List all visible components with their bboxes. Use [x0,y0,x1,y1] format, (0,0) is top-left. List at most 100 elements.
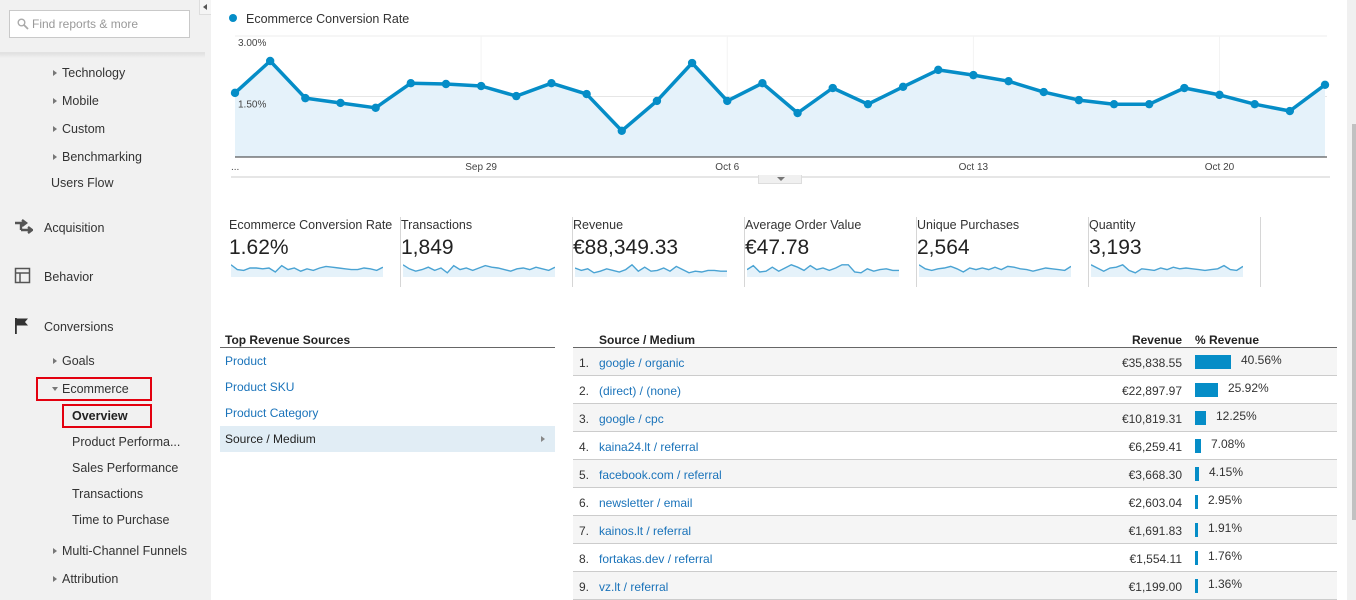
row-rank: 2. [579,384,590,398]
source-medium-link[interactable]: facebook.com / referral [599,468,722,482]
nav-item-product-performance[interactable]: Product Performa... [72,435,180,449]
trs-item-product[interactable]: Product [220,348,555,374]
pct-revenue-bar [1195,523,1198,537]
nav-item-transactions[interactable]: Transactions [72,487,143,501]
x-tick-label: Oct 20 [1205,162,1235,173]
legend-label: Ecommerce Conversion Rate [246,12,410,26]
source-medium-link[interactable]: kaina24.lt / referral [599,440,698,454]
chart-data-point[interactable] [934,65,943,75]
chart-data-point[interactable] [406,78,416,88]
collapse-sidebar-button[interactable] [199,0,211,15]
nav-item-users-flow[interactable]: Users Flow [51,176,114,190]
nav-section-acquisition[interactable]: Acquisition [15,219,104,235]
kpi-sparkline [575,263,727,277]
chart-data-point[interactable] [969,70,978,80]
row-revenue: €1,554.11 [1129,552,1183,566]
source-medium-table: Source / Medium Revenue % Revenue 1. goog… [573,330,1337,600]
chart-data-point[interactable] [758,78,767,88]
chart-data-point[interactable] [652,96,662,106]
nav-item-attribution[interactable]: Attribution [53,572,118,586]
nav-item-mobile[interactable]: Mobile [53,94,99,108]
kpi-value: 1.62% [229,236,289,259]
chart-data-point[interactable] [301,93,310,103]
search-icon [17,18,29,30]
chart-data-point[interactable] [898,82,908,92]
kpi-tile[interactable]: Unique Purchases 2,564 [917,217,1089,287]
chart-data-point[interactable] [1285,106,1295,116]
kpi-tile[interactable]: Transactions 1,849 [401,217,573,287]
chart-data-point[interactable] [1074,95,1084,105]
chart-expand-handle[interactable] [758,175,802,184]
nav-section-conversions[interactable]: Conversions [15,318,114,334]
nav-section-label: Conversions [44,320,114,334]
x-tick-label: Oct 13 [959,162,989,173]
chart-data-point[interactable] [336,98,345,108]
chart-data-point[interactable] [582,89,591,99]
nav-item-technology[interactable]: Technology [53,66,125,80]
chart-data-point[interactable] [1320,80,1330,90]
source-medium-link[interactable]: kainos.lt / referral [599,524,691,538]
trs-item-product-category[interactable]: Product Category [220,400,555,426]
row-rank: 7. [579,524,590,538]
nav-item-sales-performance[interactable]: Sales Performance [72,461,178,475]
chart-data-point[interactable] [1215,90,1224,100]
nav-item-ecommerce[interactable]: Ecommerce [52,382,129,396]
page-scrollbar[interactable] [1347,0,1356,600]
chart-data-point[interactable] [441,79,451,89]
nav-section-behavior[interactable]: Behavior [14,267,93,284]
x-tick-label: Sep 29 [465,162,497,173]
pct-revenue-bar [1195,579,1198,593]
nav-item-goals[interactable]: Goals [53,354,95,368]
chart-data-point[interactable] [723,96,732,106]
nav-item-overview[interactable]: Overview [72,409,128,423]
nav-item-multi-channel-funnels[interactable]: Multi-Channel Funnels [53,544,187,558]
source-medium-link[interactable]: fortakas.dev / referral [599,552,712,566]
pct-revenue-bar [1195,355,1231,369]
nav-item-custom[interactable]: Custom [53,122,105,136]
source-medium-link[interactable]: google / cpc [599,412,664,426]
scrollbar-thumb[interactable] [1352,124,1356,520]
kpi-tile[interactable]: Ecommerce Conversion Rate 1.62% [229,217,401,287]
chart-data-point[interactable] [793,108,802,118]
search-box[interactable] [9,10,190,38]
row-rank: 8. [579,552,590,566]
chart-data-point[interactable] [1004,76,1013,86]
kpi-tile[interactable]: Quantity 3,193 [1089,217,1261,287]
source-medium-link[interactable]: google / organic [599,356,684,370]
chart-data-point[interactable] [863,99,873,109]
table-row: 3. google / cpc €10,819.31 12.25% [573,404,1337,432]
chart-data-point[interactable] [371,103,380,112]
chart-data-point[interactable] [512,91,521,101]
nav-item-benchmarking[interactable]: Benchmarking [53,150,142,164]
chart-data-point[interactable] [687,58,697,68]
acquisition-arrows-icon [15,219,33,234]
pct-revenue-bar [1195,439,1201,453]
row-revenue: €1,691.83 [1128,524,1182,538]
sparkline-area [231,264,383,277]
chart-data-point[interactable] [828,83,837,93]
source-medium-link[interactable]: vz.lt / referral [599,580,668,594]
chart-data-point[interactable] [476,81,486,91]
chart-data-point[interactable] [1039,87,1048,97]
conversion-rate-chart[interactable]: 3.00% 1.50%... Sep 29 Oct 6 Oct 13 Oct 20 [211,0,1347,190]
pct-revenue-bar [1195,383,1218,397]
chart-data-point[interactable] [617,126,626,135]
chart-data-point[interactable] [547,78,556,88]
row-rank: 5. [579,468,590,482]
chart-data-point[interactable] [1144,99,1154,109]
search-input[interactable] [32,15,182,33]
chart-data-point[interactable] [1180,83,1189,93]
source-medium-link[interactable]: (direct) / (none) [599,384,681,398]
kpi-tile[interactable]: Revenue €88,349.33 [573,217,745,287]
kpi-tile[interactable]: Average Order Value €47.78 [745,217,917,287]
chart-data-point[interactable] [1109,99,1119,109]
chart-data-point[interactable] [265,56,275,66]
chart-data-point[interactable] [230,88,240,98]
source-medium-link[interactable]: newsletter / email [599,496,692,510]
trs-item-product-sku[interactable]: Product SKU [220,374,555,400]
nav-item-time-to-purchase[interactable]: Time to Purchase [72,513,170,527]
sparkline-area [403,264,555,277]
row-pct-revenue: 25.92% [1228,381,1269,395]
trs-item-source-medium[interactable]: Source / Medium [220,426,555,452]
chart-data-point[interactable] [1250,99,1259,109]
